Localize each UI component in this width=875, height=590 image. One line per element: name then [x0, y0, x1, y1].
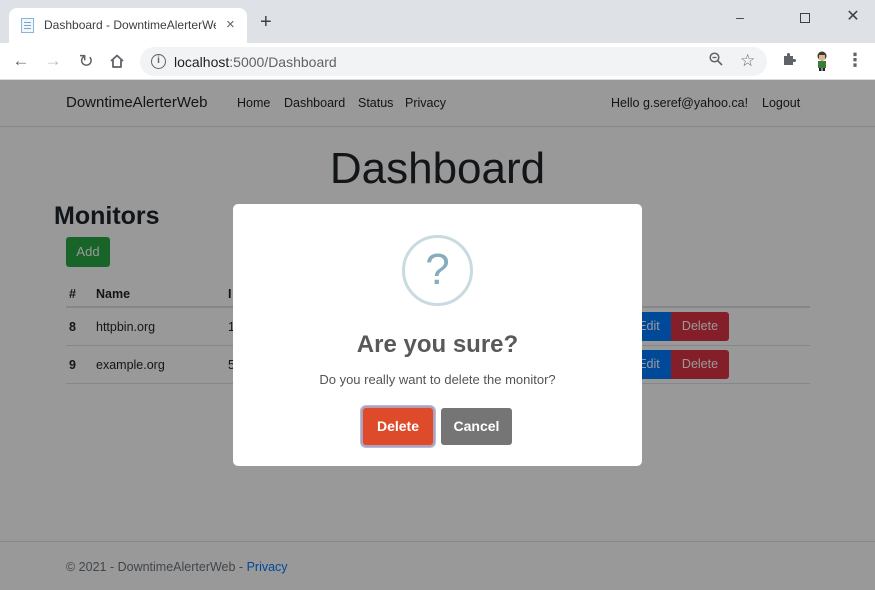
- browser-titlebar: Dashboard - DowntimeAlerterWeb × + – ✕: [0, 0, 875, 43]
- minimize-icon[interactable]: –: [725, 6, 755, 28]
- dialog-title: Are you sure?: [356, 331, 519, 358]
- forward-arrow-icon[interactable]: →: [42, 50, 64, 72]
- dialog-message: Do you really want to delete the monitor…: [319, 372, 556, 387]
- browser-toolbar: ← → ↻ i localhost:5000/Dashboard ☆ ⋮: [0, 43, 875, 80]
- profile-avatar-icon[interactable]: [812, 50, 832, 72]
- back-arrow-icon[interactable]: ←: [10, 50, 32, 72]
- confirm-delete-button[interactable]: Delete: [363, 408, 433, 445]
- home-icon[interactable]: [106, 50, 128, 72]
- question-icon: ?: [402, 235, 473, 306]
- bookmark-star-icon[interactable]: ☆: [740, 51, 755, 71]
- browser-menu-icon[interactable]: ⋮: [846, 51, 864, 71]
- confirm-delete-dialog: ? Are you sure? Do you really want to de…: [233, 204, 642, 466]
- site-info-icon[interactable]: i: [151, 54, 166, 69]
- window-close-icon[interactable]: ✕: [838, 6, 868, 28]
- page-favicon-icon: [21, 18, 34, 33]
- browser-tab[interactable]: Dashboard - DowntimeAlerterWeb ×: [9, 8, 247, 43]
- new-tab-icon[interactable]: +: [260, 12, 272, 32]
- extensions-puzzle-icon[interactable]: [780, 51, 798, 69]
- zoom-icon[interactable]: [709, 52, 723, 70]
- url-text: localhost:5000/Dashboard: [174, 54, 337, 70]
- address-bar[interactable]: i localhost:5000/Dashboard ☆: [140, 47, 767, 76]
- url-host: localhost: [174, 54, 230, 70]
- reload-icon[interactable]: ↻: [75, 50, 97, 72]
- tab-title: Dashboard - DowntimeAlerterWeb: [44, 18, 216, 32]
- cancel-button[interactable]: Cancel: [441, 408, 512, 445]
- maximize-icon[interactable]: [790, 6, 820, 28]
- url-path: :5000/Dashboard: [229, 54, 337, 70]
- tab-close-icon[interactable]: ×: [226, 17, 235, 33]
